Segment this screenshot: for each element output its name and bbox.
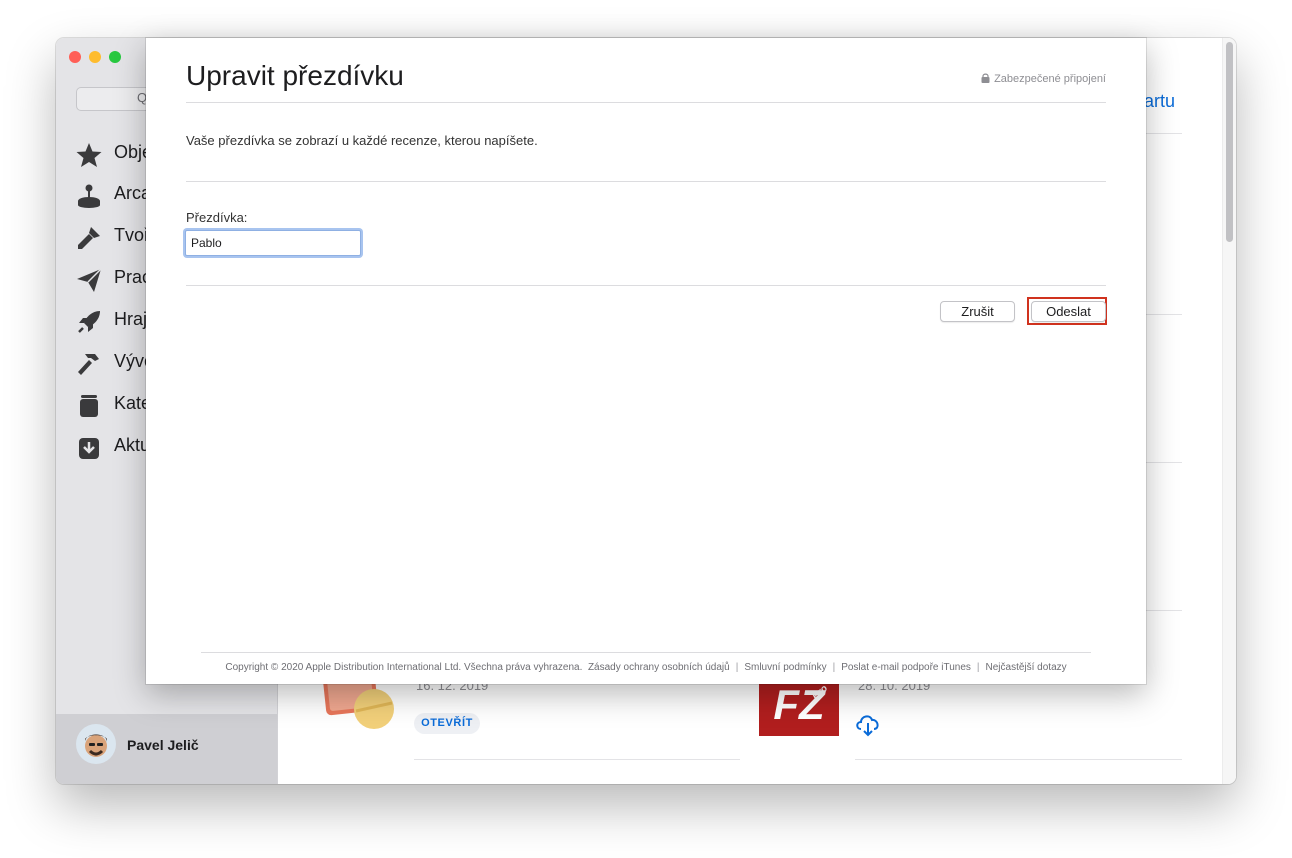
rocket-icon [78,311,100,333]
open-app-button[interactable]: OTEVŘÍT [414,713,480,734]
edit-nickname-dialog: Upravit přezdívku Zabezpečené připojení … [146,38,1146,684]
minimize-window-button[interactable] [89,51,101,63]
user-name: Pavel Jelič [127,737,199,753]
lock-icon [981,73,990,83]
secure-connection-label: Zabezpečené připojení [994,73,1106,85]
hammer-icon [78,354,99,375]
footer-link-privacy[interactable]: Zásady ochrany osobních údajů [588,662,730,673]
divider [414,759,740,760]
close-window-button[interactable] [69,51,81,63]
divider [186,102,1106,103]
header-link[interactable]: artu [1144,91,1175,112]
joystick-icon [78,184,100,208]
footer-link-terms[interactable]: Smluvní podmínky [744,662,826,673]
scrollbar-thumb[interactable] [1226,42,1233,242]
cancel-button[interactable]: Zrušit [940,301,1015,322]
secure-connection-indicator: Zabezpečené připojení [981,73,1106,85]
footer-link-faq[interactable]: Nejčastější dotazy [986,662,1067,673]
divider [186,181,1106,182]
avatar [76,724,116,764]
nickname-input[interactable] [185,230,361,256]
copyright-text: Copyright © 2020 Apple Distribution Inte… [225,662,583,673]
scrollbar[interactable] [1222,38,1236,784]
star-icon [76,143,102,167]
stack-icon [80,395,98,417]
submit-button[interactable]: Odeslat [1031,301,1106,322]
divider [201,652,1091,653]
dialog-title: Upravit přezdívku [186,60,404,91]
brush-icon [78,227,100,249]
nickname-label: Přezdívka: [186,210,248,225]
footer-link-support-email[interactable]: Poslat e-mail podpoře iTunes [841,662,971,673]
divider [855,759,1182,760]
dialog-footer: Copyright © 2020 Apple Distribution Inte… [225,662,1067,673]
user-account[interactable]: Pavel Jelič [56,714,277,784]
dialog-description: Vaše přezdívka se zobrazí u každé recenz… [186,133,538,148]
paper-plane-icon [77,268,102,292]
divider [186,285,1106,286]
zoom-window-button[interactable] [109,51,121,63]
download-icon [79,438,99,459]
cloud-download-icon[interactable] [854,710,882,738]
